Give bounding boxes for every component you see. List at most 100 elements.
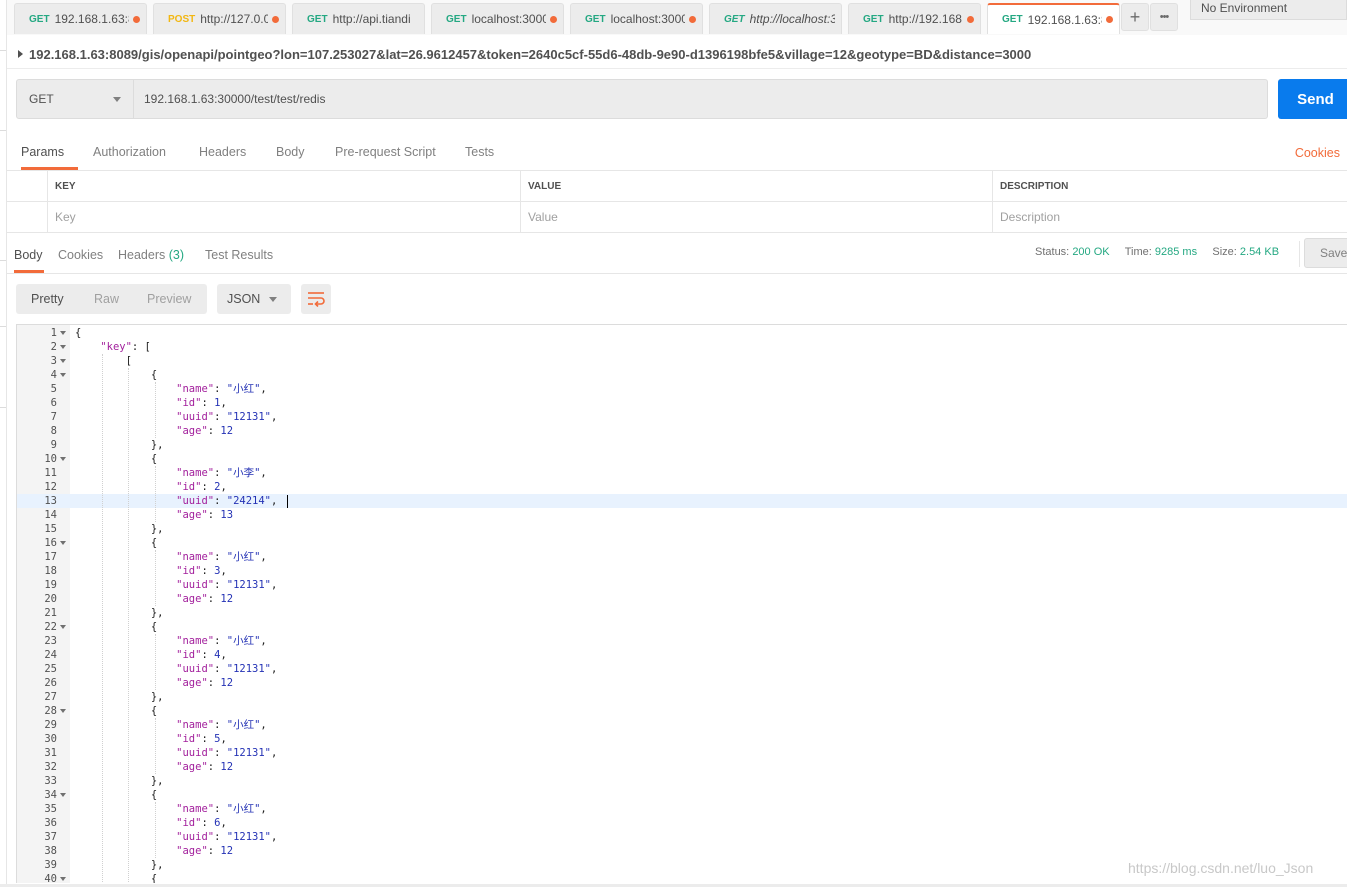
- column-header-description: DESCRIPTION: [992, 171, 1347, 201]
- sidebar-edge[interactable]: [0, 0, 7, 887]
- code-line[interactable]: 20 "age": 12: [17, 592, 1347, 606]
- request-tab[interactable]: GET localhost:30000: [570, 3, 703, 34]
- time-value[interactable]: 9285 ms: [1155, 246, 1197, 258]
- response-body-editor[interactable]: 1{2 "key": [3 [4 {5 "name": "小红", 6 "id":…: [16, 324, 1347, 883]
- fold-toggle-icon[interactable]: [60, 359, 66, 363]
- tab-response-headers[interactable]: Headers (3): [118, 241, 184, 273]
- environment-select[interactable]: No Environment: [1190, 0, 1347, 20]
- code-line[interactable]: 13 "uuid": "24214",: [17, 494, 1347, 508]
- code-line[interactable]: 35 "name": "小红",: [17, 802, 1347, 816]
- url-input[interactable]: [134, 80, 1267, 118]
- fold-toggle-icon[interactable]: [60, 793, 66, 797]
- tab-method: GET: [1002, 14, 1023, 25]
- code-line[interactable]: 8 "age": 12: [17, 424, 1347, 438]
- code-line[interactable]: 34 {: [17, 788, 1347, 802]
- code-text: },: [75, 439, 164, 451]
- line-number: 5: [50, 383, 57, 395]
- fold-toggle-icon[interactable]: [60, 373, 66, 377]
- request-tab-bar: GET 192.168.1.63:80 POST http://127.0.0.…: [7, 0, 1347, 35]
- request-tab[interactable]: GET http://192.168.1: [848, 3, 981, 34]
- indent-guide: [155, 634, 156, 690]
- code-line[interactable]: 11 "name": "小李",: [17, 466, 1347, 480]
- sidebar-edge-mark: [0, 326, 6, 327]
- code-line[interactable]: 19 "uuid": "12131",: [17, 578, 1347, 592]
- tab-test-results[interactable]: Test Results: [205, 241, 273, 273]
- tab-url: http://192.168.1: [888, 12, 963, 26]
- fold-toggle-icon[interactable]: [60, 709, 66, 713]
- code-line[interactable]: 4 {: [17, 368, 1347, 382]
- tab-pre-request-script[interactable]: Pre-request Script: [335, 138, 436, 170]
- request-title[interactable]: 192.168.1.63:8089/gis/openapi/pointgeo?l…: [18, 44, 1338, 64]
- save-response-button[interactable]: Save: [1304, 238, 1347, 268]
- tab-headers[interactable]: Headers: [199, 138, 246, 170]
- tab-authorization[interactable]: Authorization: [93, 138, 166, 170]
- tab-response-body[interactable]: Body: [14, 241, 44, 273]
- code-line[interactable]: 16 {: [17, 536, 1347, 550]
- tab-body[interactable]: Body: [276, 138, 305, 170]
- code-line[interactable]: 10 {: [17, 452, 1347, 466]
- fold-toggle-icon[interactable]: [60, 345, 66, 349]
- value-field[interactable]: Value: [520, 202, 992, 232]
- view-mode-group: Pretty Raw Preview: [16, 284, 207, 314]
- request-tab[interactable]: GET http://localhost:300: [709, 3, 842, 34]
- code-line[interactable]: 2 "key": [: [17, 340, 1347, 354]
- code-line[interactable]: 3 [: [17, 354, 1347, 368]
- tab-response-cookies[interactable]: Cookies: [58, 241, 103, 273]
- code-line[interactable]: 22 {: [17, 620, 1347, 634]
- code-line[interactable]: 36 "id": 6,: [17, 816, 1347, 830]
- fold-toggle-icon[interactable]: [60, 877, 66, 881]
- code-line[interactable]: 26 "age": 12: [17, 676, 1347, 690]
- code-line[interactable]: 6 "id": 1,: [17, 396, 1347, 410]
- code-line[interactable]: 24 "id": 4,: [17, 648, 1347, 662]
- code-line[interactable]: 28 {: [17, 704, 1347, 718]
- code-line[interactable]: 7 "uuid": "12131",: [17, 410, 1347, 424]
- wrap-lines-button[interactable]: [301, 284, 331, 314]
- code-line[interactable]: 32 "age": 12: [17, 760, 1347, 774]
- code-line[interactable]: 18 "id": 3,: [17, 564, 1347, 578]
- code-line[interactable]: 21 },: [17, 606, 1347, 620]
- format-select[interactable]: JSON: [217, 284, 291, 314]
- code-line[interactable]: 38 "age": 12: [17, 844, 1347, 858]
- code-line[interactable]: 30 "id": 5,: [17, 732, 1347, 746]
- code-line[interactable]: 37 "uuid": "12131",: [17, 830, 1347, 844]
- code-line[interactable]: 9 },: [17, 438, 1347, 452]
- fold-toggle-icon[interactable]: [60, 331, 66, 335]
- request-tab[interactable]: POST http://127.0.0.1: [153, 3, 286, 34]
- new-tab-button[interactable]: +: [1121, 3, 1149, 31]
- code-line[interactable]: 33 },: [17, 774, 1347, 788]
- cookies-link[interactable]: Cookies: [1295, 146, 1340, 160]
- code-line[interactable]: 23 "name": "小红",: [17, 634, 1347, 648]
- fold-toggle-icon[interactable]: [60, 625, 66, 629]
- row-checkbox[interactable]: [7, 202, 47, 232]
- code-line[interactable]: 17 "name": "小红",: [17, 550, 1347, 564]
- request-tab[interactable]: GET 192.168.1.63:80: [14, 3, 147, 34]
- code-line[interactable]: 5 "name": "小红",: [17, 382, 1347, 396]
- code-line[interactable]: 27 },: [17, 690, 1347, 704]
- checkbox-column: [7, 171, 47, 201]
- code-line[interactable]: 25 "uuid": "12131",: [17, 662, 1347, 676]
- tab-tests[interactable]: Tests: [465, 138, 494, 170]
- send-button[interactable]: Send: [1278, 79, 1347, 119]
- code-line[interactable]: 12 "id": 2,: [17, 480, 1347, 494]
- raw-button[interactable]: Raw: [94, 284, 119, 314]
- code-line[interactable]: 15 },: [17, 522, 1347, 536]
- pretty-button[interactable]: Pretty: [31, 284, 64, 314]
- tab-params[interactable]: Params: [21, 138, 78, 170]
- code-line[interactable]: 31 "uuid": "12131",: [17, 746, 1347, 760]
- fold-toggle-icon[interactable]: [60, 457, 66, 461]
- more-tabs-button[interactable]: •••: [1150, 3, 1178, 31]
- method-select[interactable]: GET: [17, 80, 134, 118]
- code-line[interactable]: 29 "name": "小红",: [17, 718, 1347, 732]
- code-line[interactable]: 1{: [17, 326, 1347, 340]
- request-tab[interactable]: GET http://api.tiandi: [292, 3, 425, 34]
- key-field[interactable]: Key: [47, 202, 520, 232]
- fold-toggle-icon[interactable]: [60, 541, 66, 545]
- request-tab[interactable]: GET localhost:30000: [431, 3, 564, 34]
- size-value[interactable]: 2.54 KB: [1240, 246, 1279, 258]
- request-tab-active[interactable]: GET 192.168.1.63:80: [987, 3, 1120, 34]
- status-value[interactable]: 200 OK: [1072, 246, 1109, 258]
- code-text: "name": "小李",: [176, 467, 267, 479]
- code-line[interactable]: 14 "age": 13: [17, 508, 1347, 522]
- description-field[interactable]: Description: [992, 202, 1347, 232]
- preview-button[interactable]: Preview: [147, 284, 191, 314]
